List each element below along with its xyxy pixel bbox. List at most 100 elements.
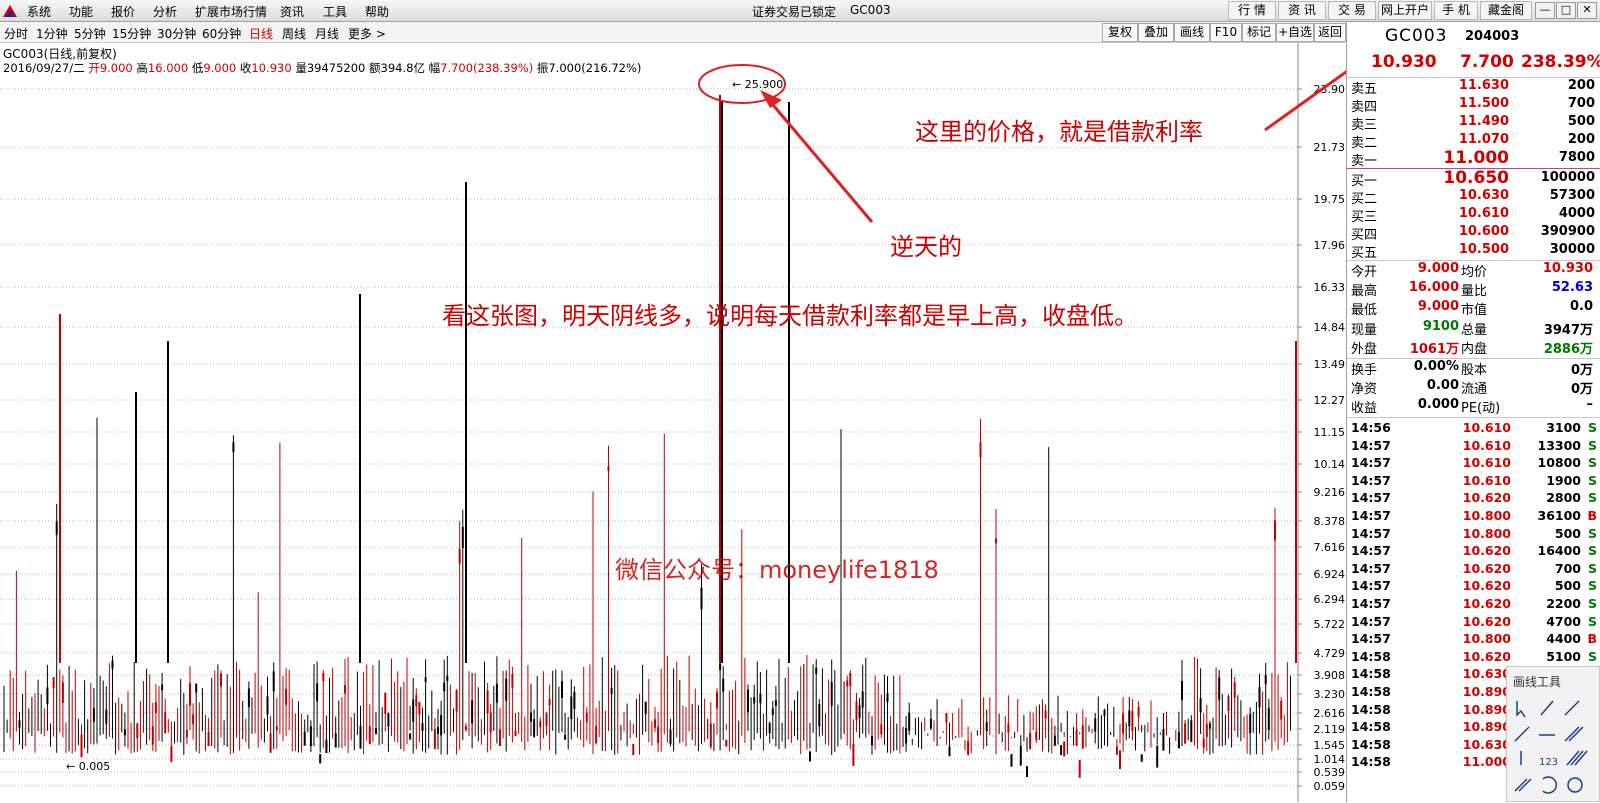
y-tick-label: 21.73 xyxy=(1314,141,1346,154)
candle-body xyxy=(1208,723,1211,729)
period-tab[interactable]: 5分钟 xyxy=(74,25,106,42)
candle-body xyxy=(1274,520,1276,541)
menu-analysis[interactable]: 分析 xyxy=(153,3,177,20)
ask-volume: 7800 xyxy=(1558,150,1595,165)
bid-price: 10.500 xyxy=(1458,242,1509,257)
candle-body xyxy=(161,684,164,691)
stat-value: 0万 xyxy=(1570,382,1593,398)
bid-row[interactable]: 买一 10.650 100000 xyxy=(1351,168,1595,189)
app-logo-icon[interactable] xyxy=(2,3,18,19)
minimize-icon[interactable]: — xyxy=(1535,2,1555,19)
tick-row: 14:57 10.610 10800 S xyxy=(1351,455,1597,473)
stat-label: 均价 xyxy=(1461,265,1488,280)
stat-value: 16.000 xyxy=(1408,280,1459,296)
f10-button[interactable]: F10 xyxy=(1210,23,1242,42)
period-tab[interactable]: 60分钟 xyxy=(202,25,241,42)
top-btn-news[interactable]: 资 讯 xyxy=(1278,1,1326,20)
candle-body xyxy=(316,683,319,702)
ask-row[interactable]: 卖五 11.630 200 xyxy=(1351,78,1595,97)
candle-body xyxy=(855,701,858,721)
ask-price: 11.500 xyxy=(1458,96,1509,111)
draw-tools-icons[interactable]: 123 xyxy=(1507,693,1600,803)
segment-tool-icon xyxy=(1514,726,1530,742)
draw-tools-panel[interactable]: 画线工具 123 xyxy=(1506,666,1600,802)
draw-tools-header: 画线工具 xyxy=(1513,675,1562,689)
period-tab[interactable]: 1分钟 xyxy=(36,25,68,42)
tick-volume: 700 xyxy=(1554,560,1581,576)
candle-body xyxy=(1267,708,1270,731)
kline-chart[interactable]: 23.90 21.73 19.75 17.96 16.33 14.84 13.49 12.27… xyxy=(0,43,1345,802)
maximize-icon[interactable]: □ xyxy=(1556,2,1576,19)
menu-function[interactable]: 功能 xyxy=(69,3,93,20)
period-tab[interactable]: 周线 xyxy=(282,25,306,42)
candle-body xyxy=(1280,700,1283,720)
bid-row[interactable]: 买三 10.610 4000 xyxy=(1351,206,1595,225)
period-tab[interactable]: 30分钟 xyxy=(157,25,196,42)
tick-price: 10.620 xyxy=(1462,543,1511,559)
tick-row: 14:56 10.610 3100 S xyxy=(1351,420,1597,438)
candle-body xyxy=(105,709,108,724)
ask-price: 11.490 xyxy=(1458,114,1509,129)
menu-tools[interactable]: 工具 xyxy=(323,3,347,20)
bid-row[interactable]: 买四 10.600 390900 xyxy=(1351,224,1595,243)
top-btn-open-account[interactable]: 网上开户 xyxy=(1378,1,1432,20)
candle-body xyxy=(564,734,567,740)
y-tick-label: 3.908 xyxy=(1314,669,1346,682)
back-button[interactable]: 返回 xyxy=(1314,23,1346,42)
top-btn-trade[interactable]: 交 易 xyxy=(1328,1,1376,20)
overlay-button[interactable]: 叠加 xyxy=(1138,23,1174,42)
candle-body xyxy=(985,722,988,732)
candle-body xyxy=(719,663,722,671)
menu-extended-market[interactable]: 扩展市场行情 xyxy=(195,3,267,20)
candle-body xyxy=(309,726,312,746)
candle-body xyxy=(1264,675,1267,685)
bid-row[interactable]: 买五 10.500 30000 xyxy=(1351,242,1595,261)
bar-date: 2016/09/27/二 xyxy=(3,61,85,75)
stat-value: 0.000 xyxy=(1417,397,1459,413)
menu-system[interactable]: 系统 xyxy=(27,3,51,20)
period-tab[interactable]: 15分钟 xyxy=(112,25,151,42)
period-tab[interactable]: 月线 xyxy=(315,25,339,42)
candle-body xyxy=(334,733,337,748)
close-icon[interactable]: ✕ xyxy=(1577,2,1597,19)
mark-button[interactable]: 标记 xyxy=(1242,23,1276,42)
candle-body xyxy=(195,683,198,693)
bid-row[interactable]: 买二 10.630 57300 xyxy=(1351,188,1595,207)
menu-help[interactable]: 帮助 xyxy=(365,3,389,20)
add-watchlist-button[interactable]: +自选 xyxy=(1276,23,1314,42)
tick-side: B xyxy=(1587,508,1597,523)
tick-row: 14:57 10.620 700 S xyxy=(1351,561,1597,579)
candle-body xyxy=(1119,750,1121,770)
menu-news[interactable]: 资讯 xyxy=(280,3,304,20)
candle-body xyxy=(415,695,418,707)
candle-body xyxy=(1060,745,1063,756)
candle-body xyxy=(1078,759,1081,778)
y-tick-label: 12.27 xyxy=(1314,394,1346,407)
tick-time: 14:57 xyxy=(1351,631,1391,647)
draw-button[interactable]: 画线 xyxy=(1174,23,1210,42)
candle-body xyxy=(830,682,833,706)
candle-body xyxy=(505,678,508,701)
period-tab-active[interactable]: 日线 xyxy=(249,25,273,42)
adjust-button[interactable]: 复权 xyxy=(1102,23,1138,42)
tick-time: 14:57 xyxy=(1351,508,1391,523)
kline-chart-area[interactable]: 23.90 21.73 19.75 17.96 16.33 14.84 13.49 12.27… xyxy=(0,43,1345,802)
candle-body xyxy=(753,697,756,704)
candle-body xyxy=(979,442,982,458)
candle-body xyxy=(269,733,272,753)
menu-quote[interactable]: 报价 xyxy=(111,3,135,20)
period-tab[interactable]: 分时 xyxy=(4,25,28,42)
volume-label: 量 xyxy=(295,61,307,75)
top-btn-mobile[interactable]: 手 机 xyxy=(1434,1,1478,20)
ask-row[interactable]: 卖四 11.500 700 xyxy=(1351,96,1595,115)
top-btn-quote[interactable]: 行 情 xyxy=(1228,1,1276,20)
amount-label: 额 xyxy=(369,61,381,75)
candle-body xyxy=(275,726,278,731)
ask-row[interactable]: 卖三 11.490 500 xyxy=(1351,114,1595,133)
tick-side: S xyxy=(1587,525,1597,541)
stat-value: 9.000 xyxy=(1417,261,1459,276)
more-periods-button[interactable]: 更多 > xyxy=(348,25,386,42)
top-btn-cangjinge[interactable]: 藏金阁 xyxy=(1480,1,1532,20)
ask-row[interactable]: 卖一 11.000 7800 xyxy=(1351,148,1595,169)
tick-row: 14:57 10.620 2200 S xyxy=(1351,596,1597,614)
